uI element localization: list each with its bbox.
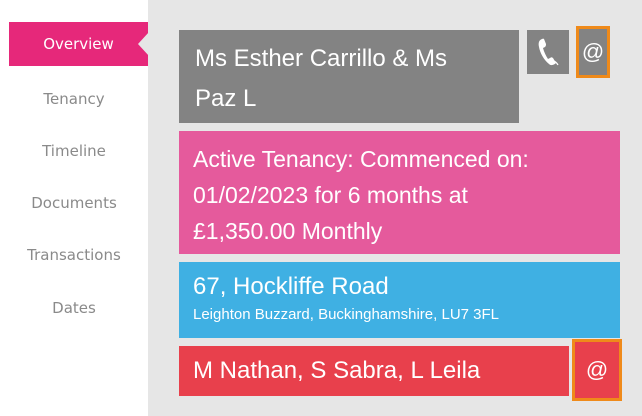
tenant-name-card: Ms Esther Carrillo & Ms Paz L — [179, 30, 519, 123]
tenancy-status-line1: Active Tenancy: Commenced on: — [193, 146, 529, 172]
sidebar-item-documents[interactable]: Documents — [0, 181, 148, 225]
phone-icon — [538, 38, 559, 66]
email-icon: @ — [585, 357, 609, 382]
sidebar: Overview Tenancy Timeline Documents Tran… — [0, 0, 148, 416]
sidebar-item-timeline[interactable]: Timeline — [0, 129, 148, 173]
sidebar-item-dates[interactable]: Dates — [0, 286, 148, 330]
landlord-names-card: M Nathan, S Sabra, L Leila — [179, 346, 569, 396]
sidebar-item-tenancy[interactable]: Tenancy — [0, 77, 148, 121]
address-street: 67, Hockliffe Road — [193, 273, 389, 300]
tenant-name-line2: Paz L — [195, 85, 257, 112]
tenancy-status-card: Active Tenancy: Commenced on: 01/02/2023… — [179, 131, 620, 254]
tenancy-status-line2: 01/02/2023 for 6 months at — [193, 182, 468, 208]
tenant-email-button[interactable]: @ — [576, 26, 610, 78]
landlord-email-button[interactable]: @ — [572, 339, 622, 401]
sidebar-item-transactions[interactable]: Transactions — [0, 233, 148, 277]
address-locality: Leighton Buzzard, Buckinghamshire, LU7 3… — [193, 306, 500, 323]
phone-button[interactable] — [527, 30, 569, 74]
main-panel: Ms Esther Carrillo & Ms Paz L @ Active T… — [148, 0, 642, 416]
landlord-names: M Nathan, S Sabra, L Leila — [193, 357, 481, 384]
email-icon: @ — [581, 39, 605, 64]
property-address-card: 67, Hockliffe Road Leighton Buzzard, Buc… — [179, 262, 620, 338]
tenant-name-line1: Ms Esther Carrillo & Ms — [195, 45, 448, 72]
sidebar-item-overview[interactable]: Overview — [9, 22, 148, 66]
tenancy-status-line3: £1,350.00 Monthly — [193, 218, 383, 244]
